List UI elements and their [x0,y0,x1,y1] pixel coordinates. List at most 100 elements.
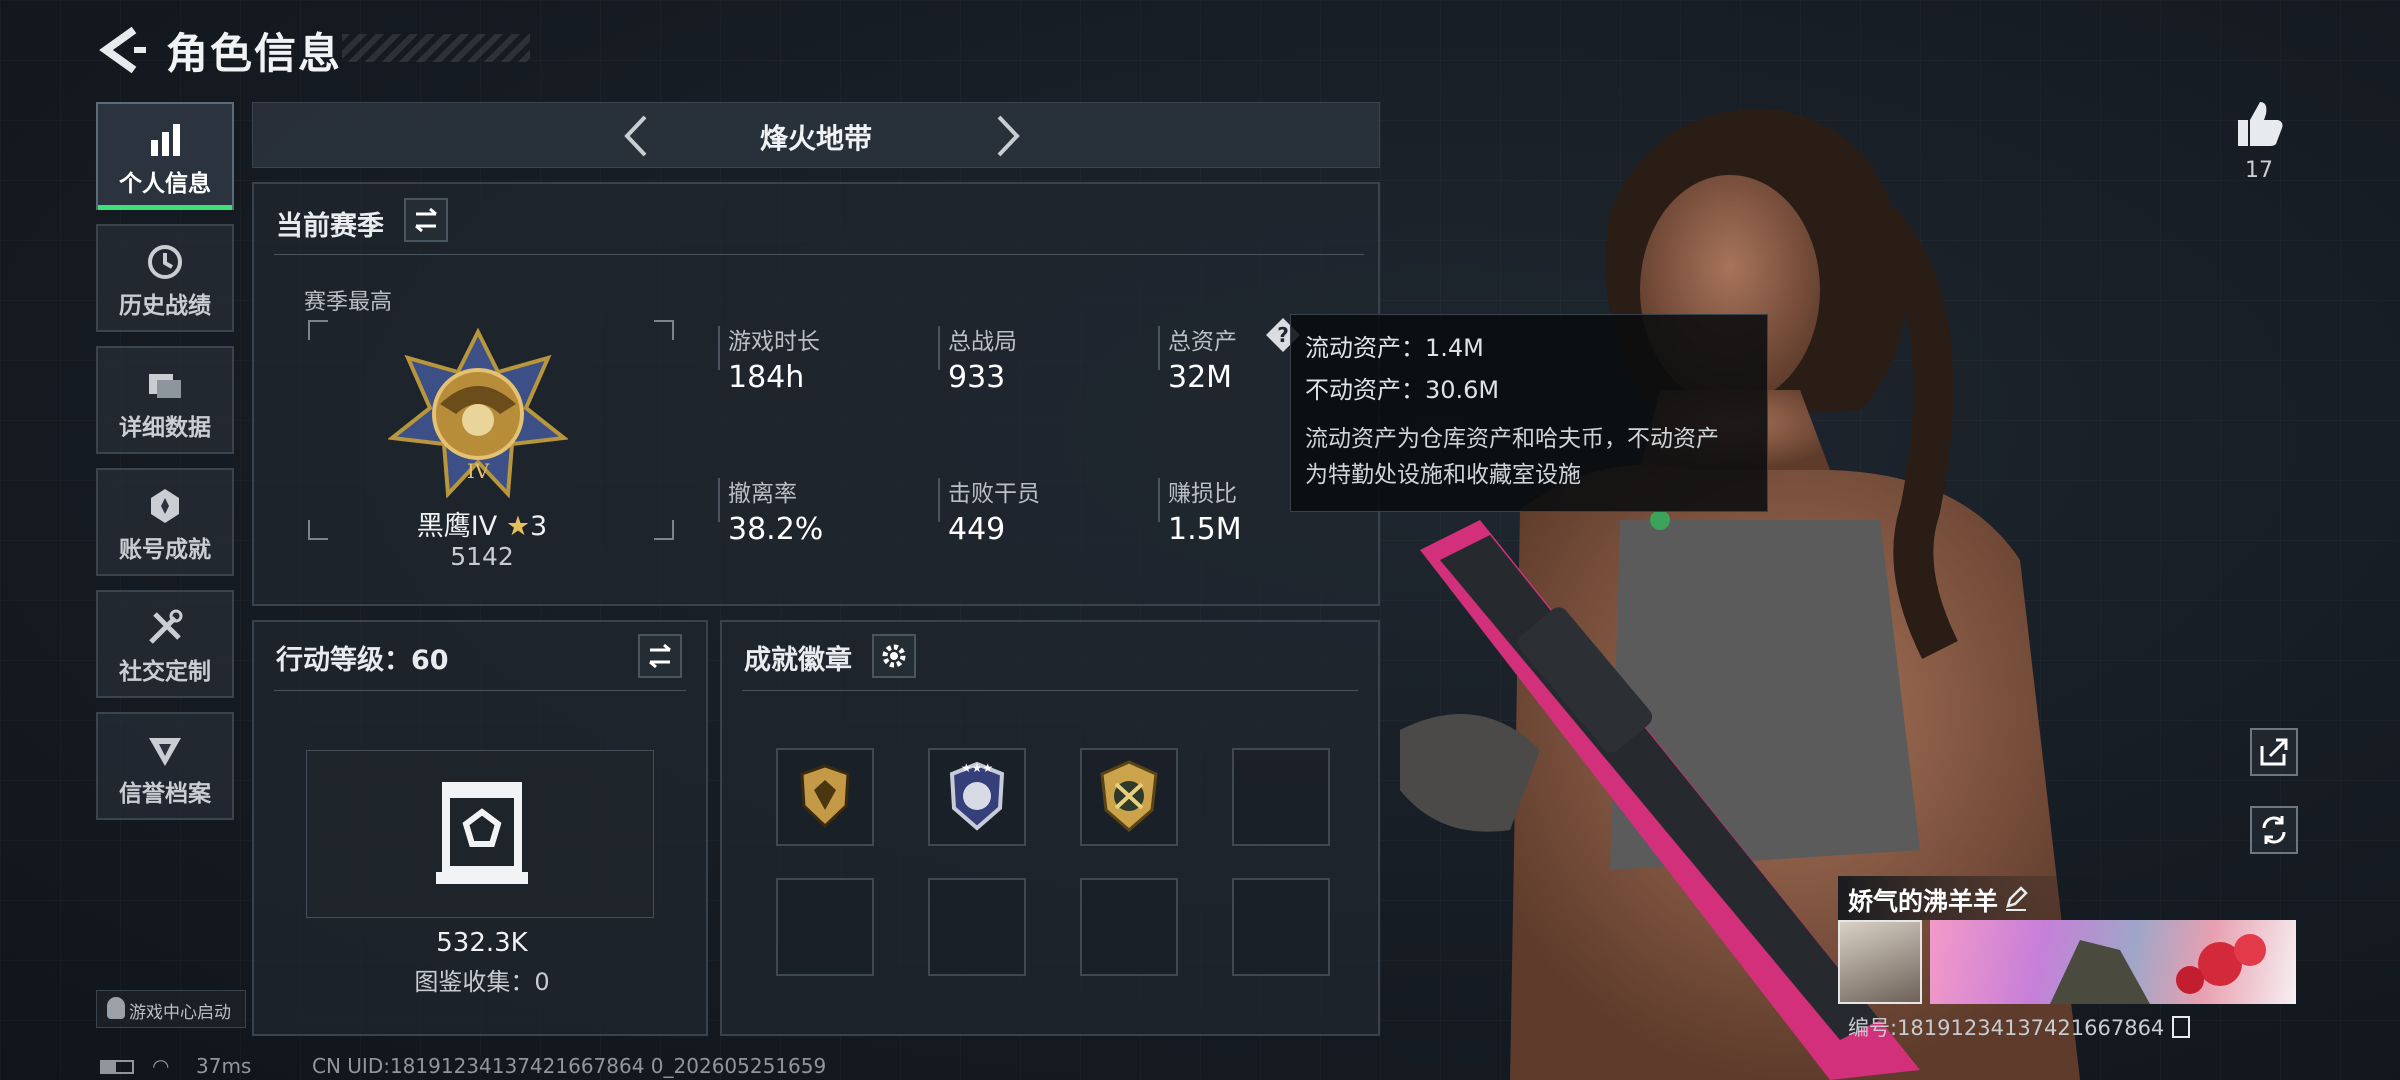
action-level-panel: 行动等级：60 532.3K 图鉴收集：0 [252,620,708,1036]
badge-slot[interactable] [1080,878,1178,976]
nav-label: 信誉档案 [119,781,211,807]
stat-value: 184h [728,360,805,395]
stat-value: 32M [1168,360,1233,395]
rank-name: 黑鹰IV [416,511,498,542]
stat-label: 总资产 [1168,329,1237,355]
stat-label: 游戏时长 [728,329,820,355]
collection-case-icon [436,782,528,884]
avatar[interactable] [1838,920,1922,1004]
tooltip-fixed-assets: 不动资产：30.6M [1305,376,1500,404]
mode-next-icon[interactable] [981,111,1031,161]
collection-count: 图鉴收集：0 [414,968,550,996]
gear-icon [882,644,906,668]
battery-icon [100,1060,134,1074]
tooltip-liquid-assets: 流动资产：1.4M [1305,334,1484,362]
edit-icon[interactable] [2002,884,2030,912]
bar-chart-icon [151,124,180,156]
mode-title: 烽火地带 [759,122,872,155]
season-title: 当前赛季 [276,211,384,242]
season-switch-button[interactable] [404,198,448,242]
nav-social-custom[interactable]: 社交定制 [96,590,234,698]
star-icon: ★ [505,511,531,542]
swap-icon [649,643,671,669]
divider [742,690,1358,691]
shield-badge-gold-crest-icon [1100,760,1158,832]
rank-name-row: 黑鹰IV ★3 [304,504,660,543]
frame-corner [654,320,674,340]
tools-icon [149,609,183,644]
achievements-settings-button[interactable] [872,634,916,678]
season-best-label: 赛季最高 [304,290,393,315]
nav-label: 历史战绩 [119,293,211,319]
nav-label: 个人信息 [119,171,211,197]
badge-slot[interactable]: ★★★ [928,748,1026,846]
season-panel: 当前赛季 赛季最高 IV 黑鹰IV ★3 5142 游戏时长 184h 总战局 … [252,182,1380,606]
back-arrow-icon[interactable] [96,24,148,76]
stat-divider [938,478,940,522]
shield-badge-blue-icon: ★★★ [949,761,1005,831]
nav-label: 账号成就 [119,537,211,563]
rank-stars: 3 [530,511,548,542]
profile-banner[interactable] [1930,920,2296,1004]
stat-divider [718,326,720,370]
like-count: 17 [2245,158,2273,183]
frame-corner [308,320,328,340]
stat-divider [1158,326,1160,370]
tooltip-note-line: 流动资产为仓库资产和哈夫币，不动资产 [1305,426,1719,452]
profile-id-text: 编号:18191234137421667864 [1848,1016,2165,1040]
badge-slot[interactable] [1232,878,1330,976]
share-button[interactable] [2250,728,2298,776]
stat-value: 449 [948,512,1006,547]
refresh-button[interactable] [2250,806,2298,854]
svg-text:?: ? [1277,323,1289,347]
nav-detail-data[interactable]: 详细数据 [96,346,234,454]
svg-text:IV: IV [467,459,490,483]
copy-icon[interactable] [2172,1016,2191,1038]
nav-reputation[interactable]: 信誉档案 [96,712,234,820]
stat-value: 1.5M [1168,512,1242,547]
achievements-title: 成就徽章 [744,645,852,676]
rank-medal-icon: IV [388,328,568,498]
badge-slot[interactable] [776,878,874,976]
action-level-title: 行动等级：60 [276,645,449,676]
reputation-icon [149,738,181,766]
banner-art [2050,934,2266,1004]
badge-slot[interactable] [776,748,874,846]
title-decoration [342,34,530,62]
nav-history[interactable]: 历史战绩 [96,224,234,332]
game-center-badge[interactable]: 游戏中心启动 [96,990,246,1028]
uid-text: CN UID:18191234137421667864 0_2026052516… [312,1054,827,1078]
page-title: 角色信息 [166,29,343,78]
divider [274,254,1364,255]
nav-account-achievements[interactable]: 账号成就 [96,468,234,576]
ping-value: 37ms [196,1054,252,1078]
nav-personal-info[interactable]: 个人信息 [96,102,234,210]
badge-slot[interactable] [928,878,1026,976]
like-icon[interactable] [2232,96,2286,150]
profile-name-bar: 娇气的沸羊羊 [1838,876,2108,920]
stat-divider [938,326,940,370]
badge-slot[interactable] [1232,748,1330,846]
rank-points: 5142 [450,542,514,571]
stat-label: 总战局 [948,329,1017,355]
action-level-switch-button[interactable] [638,634,682,678]
svg-text:★★★: ★★★ [961,761,993,775]
profile-id: 编号:18191234137421667864 [1848,1012,2191,1042]
share-icon [2260,738,2288,766]
stat-value: 38.2% [728,512,824,547]
mode-selector: 烽火地带 [252,102,1380,168]
badge-slot[interactable] [1080,748,1178,846]
penguin-icon [107,997,125,1019]
refresh-icon [2262,816,2286,844]
wifi-icon: ◠ [152,1054,170,1078]
profile-name: 娇气的沸羊羊 [1848,887,1999,916]
achievements-panel: 成就徽章 ★★★ [720,620,1380,1036]
assets-tooltip: 流动资产：1.4M 不动资产：30.6M 流动资产为仓库资产和哈夫币，不动资产 … [1290,314,1768,512]
tooltip-note: 流动资产为仓库资产和哈夫币，不动资产 为特勤处设施和收藏室设施 [1305,421,1753,493]
shield-badge-gold-icon [800,764,850,829]
stat-divider [718,478,720,522]
divider [274,690,686,691]
game-center-label: 游戏中心启动 [129,1003,231,1023]
collection-value: 532.3K [436,928,528,958]
stat-value: 933 [948,360,1006,395]
